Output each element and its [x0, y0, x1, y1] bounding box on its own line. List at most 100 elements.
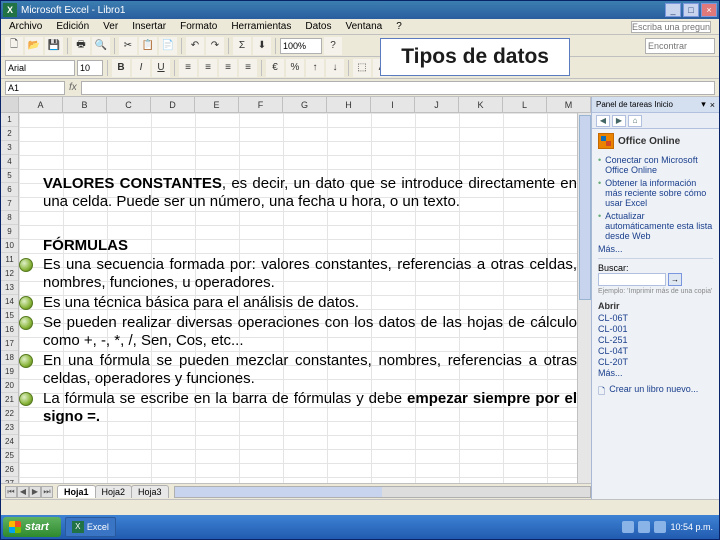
help-icon[interactable]: ? — [324, 37, 342, 55]
menu-ver[interactable]: Ver — [99, 21, 122, 32]
sort-icon[interactable]: ⬇ — [253, 37, 271, 55]
tray-icon[interactable] — [622, 521, 634, 533]
percent-icon[interactable]: % — [286, 59, 304, 77]
task-pane-forward-icon[interactable]: ▶ — [612, 115, 626, 127]
row-header[interactable]: 1 — [1, 113, 18, 127]
start-button[interactable]: start — [3, 517, 61, 537]
tp-link[interactable]: Más... — [598, 244, 713, 254]
align-left-icon[interactable]: ≡ — [179, 59, 197, 77]
tp-link[interactable]: •Obtener la información más reciente sob… — [598, 178, 713, 208]
bold-button[interactable]: B — [112, 59, 130, 77]
tab-nav-first-icon[interactable]: ⏮ — [5, 486, 17, 498]
col-header[interactable]: L — [503, 97, 547, 112]
row-header[interactable]: 27 — [1, 477, 18, 483]
new-workbook-link[interactable]: 🗋Crear un libro nuevo... — [598, 384, 713, 400]
col-header[interactable]: H — [327, 97, 371, 112]
menu-ventana[interactable]: Ventana — [341, 21, 386, 32]
row-header[interactable]: 26 — [1, 463, 18, 477]
merge-icon[interactable]: ≡ — [239, 59, 257, 77]
col-header[interactable]: M — [547, 97, 591, 112]
col-header[interactable]: J — [415, 97, 459, 112]
sheet-tab-hoja3[interactable]: Hoja3 — [131, 485, 169, 498]
task-pane-close-icon[interactable]: × — [710, 100, 715, 110]
border-icon[interactable]: ⬚ — [353, 59, 371, 77]
menu-herramientas[interactable]: Herramientas — [227, 21, 295, 32]
align-center-icon[interactable]: ≡ — [199, 59, 217, 77]
maximize-button[interactable]: □ — [683, 3, 699, 17]
horizontal-scrollbar[interactable] — [174, 486, 591, 498]
row-header[interactable]: 13 — [1, 281, 18, 295]
col-header[interactable]: G — [283, 97, 327, 112]
find-input[interactable] — [645, 38, 715, 54]
row-header[interactable]: 6 — [1, 183, 18, 197]
col-header[interactable]: K — [459, 97, 503, 112]
menu-datos[interactable]: Datos — [301, 21, 335, 32]
preview-icon[interactable]: 🔍 — [92, 37, 110, 55]
autosum-icon[interactable]: Σ — [233, 37, 251, 55]
tab-nav-last-icon[interactable]: ⏭ — [41, 486, 53, 498]
select-all-corner[interactable] — [1, 97, 19, 112]
increase-decimal-icon[interactable]: ↑ — [306, 59, 324, 77]
col-header[interactable]: D — [151, 97, 195, 112]
row-header[interactable]: 15 — [1, 309, 18, 323]
row-header[interactable]: 17 — [1, 337, 18, 351]
recent-file[interactable]: CL-06T — [598, 313, 713, 323]
copy-icon[interactable]: 📋 — [139, 37, 157, 55]
row-header[interactable]: 19 — [1, 365, 18, 379]
ask-input[interactable] — [631, 21, 711, 33]
align-right-icon[interactable]: ≡ — [219, 59, 237, 77]
cell-grid[interactable]: VALORES CONSTANTES, es decir, un dato qu… — [19, 113, 591, 483]
print-icon[interactable]: 🖶 — [72, 37, 90, 55]
menu-edicion[interactable]: Edición — [52, 21, 93, 32]
task-pane-home-icon[interactable]: ⌂ — [628, 115, 642, 127]
font-select[interactable] — [5, 60, 75, 76]
task-pane-search-input[interactable] — [598, 273, 666, 286]
row-header[interactable]: 14 — [1, 295, 18, 309]
row-header[interactable]: 3 — [1, 141, 18, 155]
task-pane-back-icon[interactable]: ◀ — [596, 115, 610, 127]
recent-file[interactable]: CL-20T — [598, 357, 713, 367]
recent-file[interactable]: CL-001 — [598, 324, 713, 334]
cut-icon[interactable]: ✂ — [119, 37, 137, 55]
row-header[interactable]: 24 — [1, 435, 18, 449]
vertical-scrollbar[interactable] — [577, 113, 591, 483]
row-header[interactable]: 12 — [1, 267, 18, 281]
undo-icon[interactable]: ↶ — [186, 37, 204, 55]
name-box[interactable] — [5, 81, 65, 95]
tp-link[interactable]: •Conectar con Microsoft Office Online — [598, 155, 713, 175]
row-header[interactable]: 2 — [1, 127, 18, 141]
minimize-button[interactable]: _ — [665, 3, 681, 17]
menu-insertar[interactable]: Insertar — [128, 21, 170, 32]
row-header[interactable]: 11 — [1, 253, 18, 267]
zoom-select[interactable] — [280, 38, 322, 54]
close-button[interactable]: × — [701, 3, 717, 17]
tray-icon[interactable] — [654, 521, 666, 533]
col-header[interactable]: I — [371, 97, 415, 112]
row-header[interactable]: 8 — [1, 211, 18, 225]
row-header[interactable]: 25 — [1, 449, 18, 463]
row-header[interactable]: 4 — [1, 155, 18, 169]
row-header[interactable]: 23 — [1, 421, 18, 435]
tab-nav-next-icon[interactable]: ▶ — [29, 486, 41, 498]
recent-file-more[interactable]: Más... — [598, 368, 713, 378]
row-header[interactable]: 18 — [1, 351, 18, 365]
sheet-tab-hoja2[interactable]: Hoja2 — [95, 485, 133, 498]
sheet-tab-hoja1[interactable]: Hoja1 — [57, 485, 96, 498]
new-icon[interactable]: 🗋 — [5, 37, 23, 55]
col-header[interactable]: A — [19, 97, 63, 112]
tp-link[interactable]: •Actualizar automáticamente esta lista d… — [598, 211, 713, 241]
recent-file[interactable]: CL-251 — [598, 335, 713, 345]
underline-button[interactable]: U — [152, 59, 170, 77]
task-pane-dropdown-icon[interactable]: ▾ — [701, 99, 706, 110]
row-header[interactable]: 21 — [1, 393, 18, 407]
tray-icon[interactable] — [638, 521, 650, 533]
redo-icon[interactable]: ↷ — [206, 37, 224, 55]
col-header[interactable]: B — [63, 97, 107, 112]
col-header[interactable]: F — [239, 97, 283, 112]
row-header[interactable]: 7 — [1, 197, 18, 211]
menu-formato[interactable]: Formato — [176, 21, 221, 32]
row-header[interactable]: 16 — [1, 323, 18, 337]
open-icon[interactable]: 📂 — [25, 37, 43, 55]
tab-nav-prev-icon[interactable]: ◀ — [17, 486, 29, 498]
row-header[interactable]: 10 — [1, 239, 18, 253]
